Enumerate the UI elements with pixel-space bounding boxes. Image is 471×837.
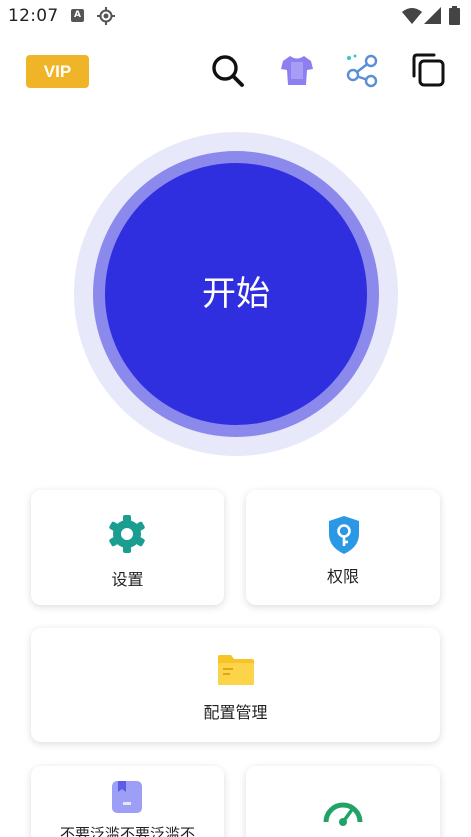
vip-button[interactable]: VIP [26,55,89,88]
wifi-icon [402,8,422,24]
status-time: 12:07 [8,6,59,26]
search-icon[interactable] [209,52,245,88]
copy-icon[interactable] [410,52,446,88]
location-target-icon [97,7,115,25]
share-icon[interactable] [344,52,380,88]
settings-label: 设置 [111,570,144,589]
speed-card[interactable] [246,766,440,837]
signal-icon [424,7,441,24]
permission-label: 权限 [326,567,359,586]
keyboard-indicator-icon: A [71,9,84,22]
bookmark-icon [112,781,142,813]
settings-card[interactable]: 设置 [31,490,224,605]
speedometer-icon [323,802,363,826]
tshirt-icon[interactable] [279,52,315,88]
config-management-label: 配置管理 [203,703,268,722]
start-button-label: 开始 [202,274,270,314]
gear-icon [109,515,145,553]
folder-icon [218,655,254,685]
battery-icon [449,6,460,25]
app-card[interactable]: 不要泛滥不要泛滥不 [31,766,224,837]
permission-card[interactable]: 权限 [246,490,440,605]
app-label: 不要泛滥不要泛滥不 [59,825,195,837]
config-management-card[interactable]: 配置管理 [31,628,440,742]
status-bar: 12:07 A [0,0,471,34]
shield-key-icon [329,516,359,554]
